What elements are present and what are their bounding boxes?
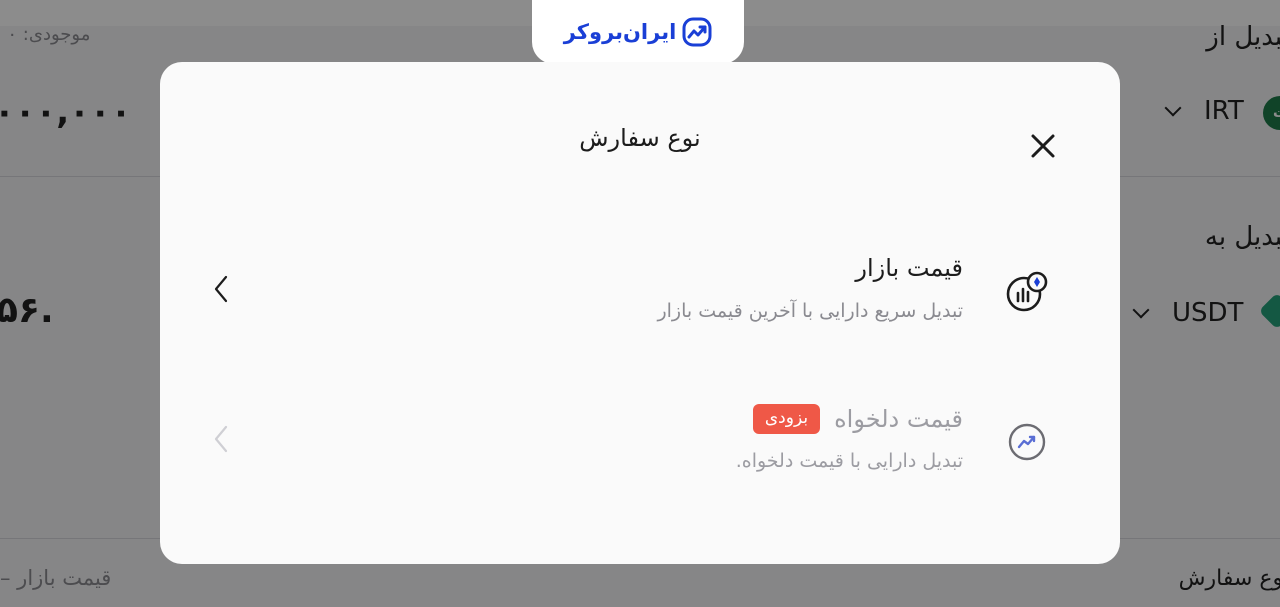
option-custom-price: قیمت دلخواه بزودی تبدیل دارایی با قیمت د… xyxy=(200,404,1080,514)
trend-chart-logo-icon xyxy=(682,17,712,47)
brand-logo: ایران‌بروکر xyxy=(532,0,744,64)
modal-title: نوع سفارش xyxy=(579,124,701,152)
chevron-left-icon xyxy=(214,425,228,453)
market-price-chart-icon xyxy=(1006,271,1048,312)
option-market-price[interactable]: قیمت بازار تبدیل سریع دارایی با آخرین قی… xyxy=(200,254,1080,364)
brand-name: ایران‌بروکر xyxy=(563,20,677,44)
order-type-modal: نوع سفارش قیمت بازار تبدیل سریع دارایی ب… xyxy=(160,62,1120,564)
trend-up-icon xyxy=(1008,423,1046,461)
option-description: تبدیل سریع دارایی با آخرین قیمت بازار xyxy=(657,300,963,322)
option-title: قیمت بازار xyxy=(855,254,963,282)
option-title: قیمت دلخواه بزودی xyxy=(752,404,963,434)
option-description: تبدیل دارایی با قیمت دلخواه. xyxy=(735,450,963,472)
close-icon[interactable] xyxy=(1025,128,1061,164)
option-title-text: قیمت بازار xyxy=(855,254,963,282)
coming-soon-badge: بزودی xyxy=(752,404,821,434)
option-title-text: قیمت دلخواه xyxy=(834,405,963,433)
chevron-left-icon xyxy=(214,275,228,303)
